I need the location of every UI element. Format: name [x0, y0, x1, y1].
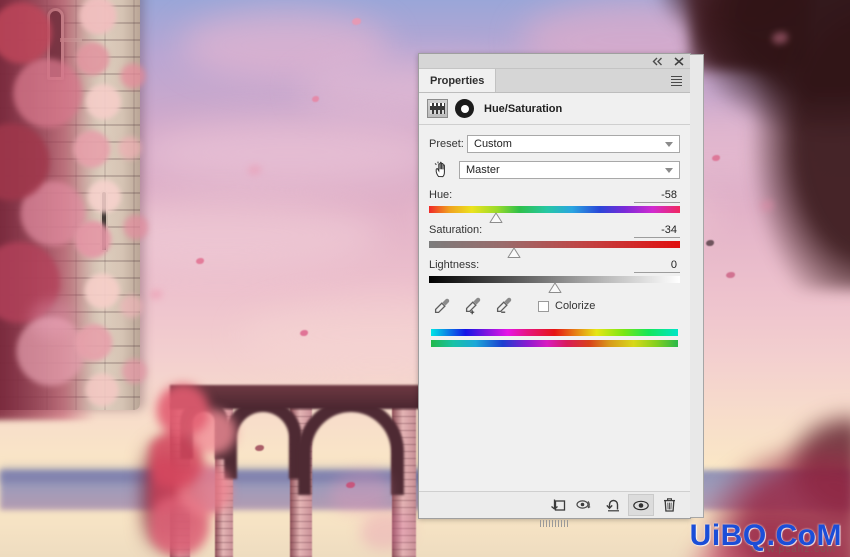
panel-tab-strip: Properties — [419, 69, 690, 93]
lightness-slider-group: Lightness: 0 — [429, 259, 680, 293]
chevron-down-icon — [665, 141, 673, 147]
panel-dock-edge — [690, 54, 704, 518]
close-panel-button[interactable] — [672, 55, 685, 67]
preset-row: Preset: Custom — [429, 135, 680, 153]
saturation-slider-group: Saturation: -34 — [429, 224, 680, 258]
colorize-label: Colorize — [555, 300, 596, 312]
saturation-slider-thumb[interactable] — [507, 247, 522, 259]
hue-slider-track[interactable] — [429, 206, 680, 223]
tower-blossom-strip — [72, 0, 124, 420]
adjustment-header: Hue/Saturation — [419, 93, 690, 125]
reset-button[interactable] — [600, 494, 626, 516]
screenshot-root: Properties Hue/Saturation Preset: Custom — [0, 0, 850, 557]
saturation-gradient-bar — [429, 241, 680, 248]
panel-footer-toolbar — [419, 491, 690, 518]
adjustment-properties-button[interactable] — [427, 99, 448, 118]
hue-gradient-bar — [429, 206, 680, 213]
channel-row: Master — [429, 160, 680, 180]
panel-titlebar — [419, 54, 690, 69]
clip-to-layer-button[interactable] — [544, 494, 570, 516]
saturation-label: Saturation: — [429, 224, 483, 236]
preset-dropdown[interactable]: Custom — [467, 135, 680, 153]
tab-label: Properties — [430, 74, 485, 87]
hue-slider-group: Hue: -58 — [429, 189, 680, 223]
tab-properties[interactable]: Properties — [419, 69, 497, 92]
colorize-control[interactable]: Colorize — [538, 300, 595, 312]
lightness-slider-thumb[interactable] — [547, 282, 562, 294]
eyedropper-subtract-icon[interactable] — [495, 297, 513, 315]
toggle-visibility-button[interactable] — [628, 494, 654, 516]
saturation-slider-header: Saturation: -34 — [429, 224, 680, 238]
collapse-panel-button[interactable] — [651, 55, 664, 67]
panel-menu-button[interactable] — [663, 69, 690, 92]
adjustment-properties-icon — [430, 103, 445, 114]
lightness-label: Lightness: — [429, 259, 480, 271]
foreground-blossom-tree — [150, 378, 260, 557]
master-hue-ramp-before — [431, 329, 678, 336]
delete-adjustment-button[interactable] — [656, 494, 682, 516]
hue-slider-header: Hue: -58 — [429, 189, 680, 203]
preset-label: Preset: — [429, 138, 464, 150]
hue-value-field[interactable]: -58 — [634, 189, 680, 203]
lightness-slider-header: Lightness: 0 — [429, 259, 680, 273]
channel-value: Master — [466, 164, 500, 176]
panel-resize-grip[interactable] — [539, 520, 570, 527]
chevron-down-icon — [665, 167, 673, 173]
preset-value: Custom — [474, 138, 512, 150]
eyedropper-add-icon[interactable] — [464, 297, 482, 315]
panel-body: Preset: Custom Master Hue: -58 Saturatio… — [419, 125, 690, 491]
watermark: UiBQ.CoM — [689, 519, 842, 552]
hue-label: Hue: — [429, 189, 453, 201]
targeted-adjustment-hand-icon[interactable] — [429, 160, 453, 180]
saturation-value-field[interactable]: -34 — [634, 224, 680, 238]
toggle-previous-state-button[interactable] — [572, 494, 598, 516]
colorize-checkbox[interactable] — [538, 300, 549, 312]
eyedropper-icon[interactable] — [433, 297, 451, 315]
hamburger-menu-icon — [671, 74, 682, 88]
hue-slider-thumb[interactable] — [488, 212, 503, 224]
cloud — [140, 120, 440, 184]
channel-dropdown[interactable]: Master — [459, 161, 680, 179]
lightness-value-field[interactable]: 0 — [634, 259, 680, 273]
adjustment-layer-circle-icon[interactable] — [455, 99, 474, 118]
tower-blossom-trail — [118, 40, 148, 400]
lightness-slider-track[interactable] — [429, 276, 680, 293]
adjustment-title: Hue/Saturation — [484, 102, 563, 115]
properties-panel: Properties Hue/Saturation Preset: Custom — [418, 53, 704, 527]
master-hue-ramp-after — [431, 340, 678, 347]
saturation-slider-track[interactable] — [429, 241, 680, 258]
eyedropper-row: Colorize — [429, 297, 680, 315]
